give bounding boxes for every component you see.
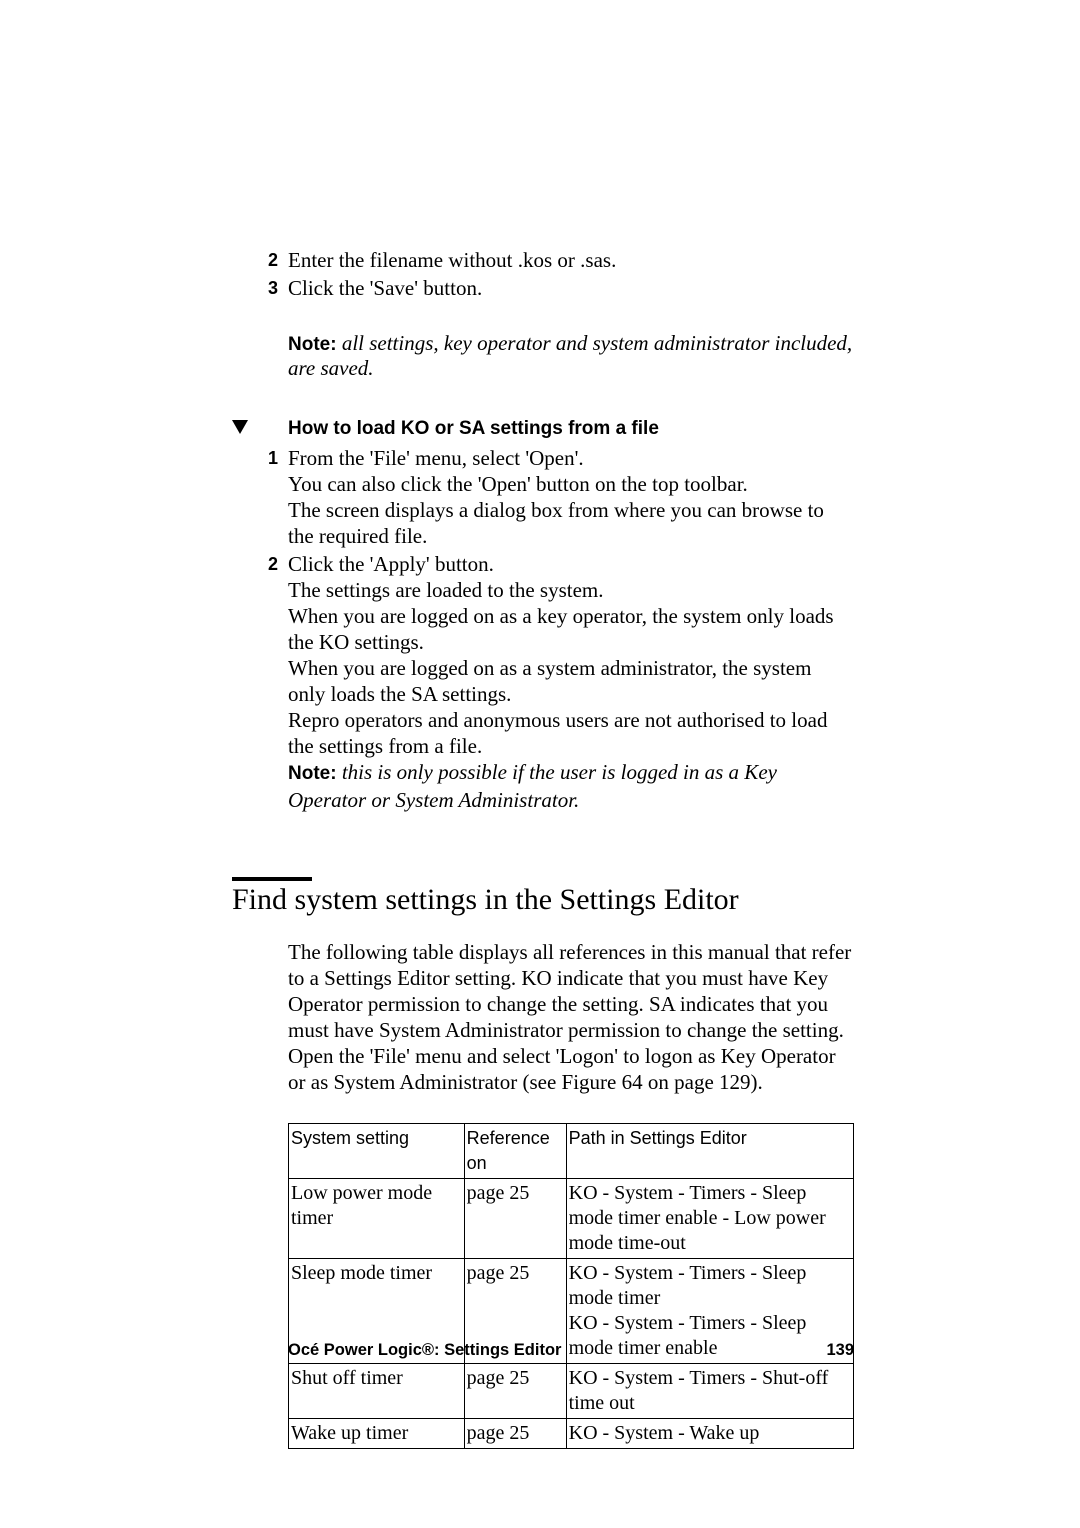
cell-path: KO - System - Timers - Shut-off time out (566, 1364, 853, 1419)
cell-system-setting: Low power mode timer (289, 1179, 465, 1259)
cell-system-setting: Shut off timer (289, 1364, 465, 1419)
footer-page-number: 139 (826, 1341, 854, 1360)
step-3: 3 Click the 'Save' button. (232, 275, 854, 301)
step-line: When you are logged on as a system admin… (288, 655, 854, 707)
procedure-heading: How to load KO or SA settings from a fil… (288, 418, 659, 440)
proc-step-2: 2 Click the 'Apply' button. The settings… (232, 551, 854, 813)
cell-reference: page 25 (464, 1364, 566, 1419)
step-number: 2 (232, 247, 288, 273)
footer-title: Océ Power Logic®: Settings Editor (288, 1341, 561, 1360)
step-line: The settings are loaded to the system. (288, 577, 854, 603)
th-reference-on: Reference on (464, 1124, 566, 1179)
cell-reference: page 25 (464, 1179, 566, 1259)
cell-system-setting: Wake up timer (289, 1419, 465, 1449)
step-line: You can also click the 'Open' button on … (288, 471, 854, 497)
cell-path: KO - System - Wake up (566, 1419, 853, 1449)
inline-note: Note: this is only possible if the user … (288, 759, 854, 813)
step-number: 1 (232, 445, 288, 549)
step-line: Click the 'Apply' button. (288, 551, 854, 577)
table-row: Low power mode timer page 25 KO - System… (289, 1179, 854, 1259)
cell-reference: page 25 (464, 1419, 566, 1449)
table-header-row: System setting Reference on Path in Sett… (289, 1124, 854, 1179)
step-number: 3 (232, 275, 288, 301)
step-text: Enter the filename without .kos or .sas. (288, 247, 854, 273)
section-rule (232, 877, 854, 881)
procedure-heading-row: How to load KO or SA settings from a fil… (232, 415, 854, 441)
proc-step-1: 1 From the 'File' menu, select 'Open'. Y… (232, 445, 854, 549)
section-title: Find system settings in the Settings Edi… (232, 883, 854, 917)
triangle-down-icon (232, 415, 288, 441)
note-text: this is only possible if the user is log… (288, 760, 777, 812)
note-label: Note: (288, 334, 337, 355)
th-path: Path in Settings Editor (566, 1124, 853, 1179)
step-line: The screen displays a dialog box from wh… (288, 497, 854, 549)
th-system-setting: System setting (289, 1124, 465, 1179)
table-row: Shut off timer page 25 KO - System - Tim… (289, 1364, 854, 1419)
table-row: Wake up timer page 25 KO - System - Wake… (289, 1419, 854, 1449)
document-page: 2 Enter the filename without .kos or .sa… (0, 0, 1080, 1449)
section-paragraph: The following table displays all referen… (288, 939, 854, 1095)
note-text: all settings, key operator and system ad… (288, 331, 852, 380)
cell-path: KO - System - Timers - Sleep mode timer … (566, 1179, 853, 1259)
step-2: 2 Enter the filename without .kos or .sa… (232, 247, 854, 273)
note-label: Note: (288, 763, 337, 784)
step-body: Click the 'Apply' button. The settings a… (288, 551, 854, 813)
step-text: Click the 'Save' button. (288, 275, 854, 301)
step-line: From the 'File' menu, select 'Open'. (288, 445, 854, 471)
step-line: Repro operators and anonymous users are … (288, 707, 854, 759)
step-number: 2 (232, 551, 288, 813)
settings-table: System setting Reference on Path in Sett… (288, 1123, 854, 1449)
step-line: When you are logged on as a key operator… (288, 603, 854, 655)
step-body: From the 'File' menu, select 'Open'. You… (288, 445, 854, 549)
page-footer: Océ Power Logic®: Settings Editor 139 (288, 1341, 854, 1360)
note-save-all-settings: Note: all settings, key operator and sys… (288, 331, 854, 381)
